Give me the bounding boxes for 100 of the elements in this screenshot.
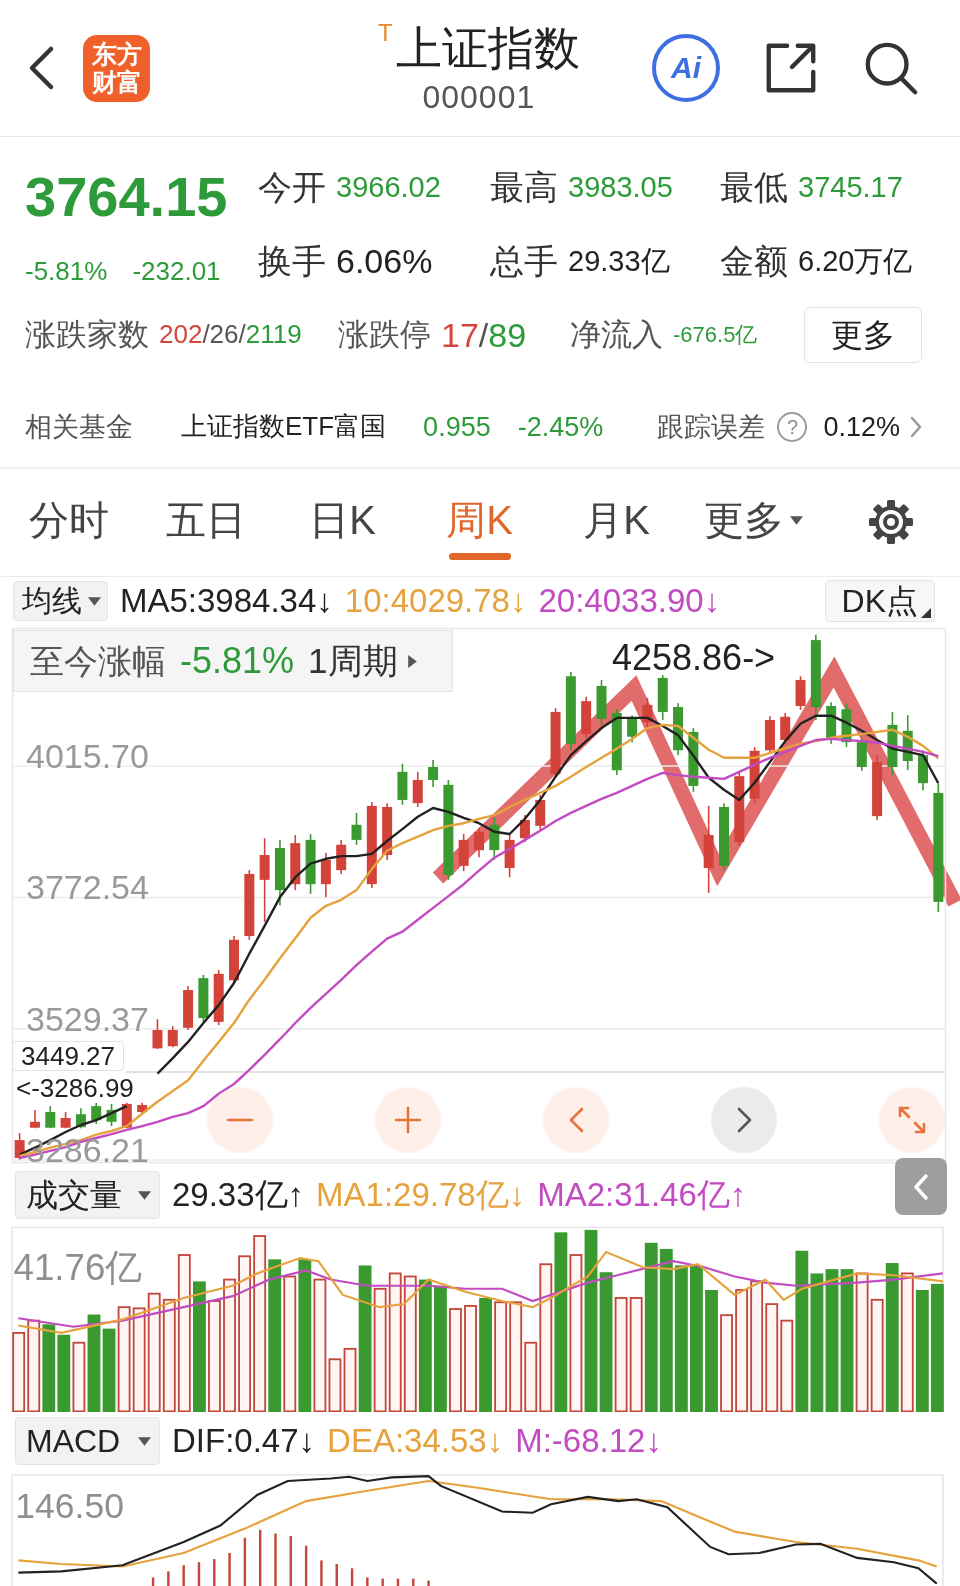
candle <box>841 703 852 748</box>
candle <box>780 712 791 745</box>
stat-value: 202/26/2119 <box>159 319 302 351</box>
fund-price: 0.955 <box>423 410 491 444</box>
candle <box>290 834 301 891</box>
stat-value: 29.33亿 <box>568 244 670 279</box>
stat-label: 涨跌家数 <box>25 316 149 354</box>
candle <box>902 714 913 772</box>
candle <box>657 674 668 721</box>
stat-value: 6.06% <box>336 241 433 282</box>
tracking-value: 0.12% <box>823 410 900 444</box>
axis-label: 41.76亿 <box>13 1246 143 1288</box>
indicator-value: DIF:0.47↓ <box>172 1421 316 1461</box>
candle <box>856 737 867 772</box>
candle <box>167 1025 178 1049</box>
collapse-handle[interactable] <box>895 1158 947 1215</box>
macd-bar <box>427 1580 430 1586</box>
macd-bar <box>381 1578 384 1586</box>
candle <box>474 827 484 858</box>
stat-label: 最高 <box>490 166 558 208</box>
candle <box>198 974 209 1023</box>
stat-label: 净流入 <box>570 316 663 354</box>
chevron-right-icon <box>910 415 922 439</box>
range-change: -5.81% <box>180 639 295 683</box>
caret-icon <box>138 1436 151 1446</box>
settings-icon <box>866 498 915 546</box>
caret-icon <box>790 516 803 525</box>
candle <box>611 708 622 776</box>
indicator-selector[interactable]: 均线 <box>13 581 108 621</box>
macd-bar <box>228 1553 231 1586</box>
candle <box>14 1132 25 1161</box>
macd-bar <box>289 1535 293 1586</box>
period-tab[interactable]: 分时 <box>20 490 117 562</box>
ai-assistant-button[interactable]: Ai <box>652 34 720 102</box>
macd-bar <box>304 1545 308 1586</box>
macd-bar <box>412 1578 415 1586</box>
period-tab[interactable]: 月K <box>575 490 658 562</box>
app-logo: 东方财富 <box>83 34 150 102</box>
change-percent: -5.81% <box>25 255 108 288</box>
stat-label: 换手 <box>258 241 326 282</box>
candle <box>428 759 439 788</box>
stat-label: 最低 <box>720 166 788 208</box>
caret-icon <box>88 596 101 606</box>
candle <box>673 702 684 756</box>
candle <box>826 701 837 745</box>
candle <box>106 1103 117 1127</box>
high-price-marker: 4258.86-> <box>612 637 776 678</box>
candle <box>274 839 285 907</box>
minus-icon <box>226 1117 254 1123</box>
candle <box>596 679 607 726</box>
more-tab[interactable]: 更多 <box>696 490 811 562</box>
candle <box>504 833 515 878</box>
indicator-value: MA5:3984.34↓ <box>120 581 333 621</box>
indicator-value: MA1:29.78亿↓ <box>316 1175 526 1215</box>
corner-triangle-icon <box>921 608 931 618</box>
expand-icon <box>898 1106 926 1134</box>
indicator-selector[interactable]: MACD <box>15 1417 160 1465</box>
macd-bar <box>274 1533 277 1586</box>
stat-value: 6.20万亿 <box>798 244 913 279</box>
dk-point-button[interactable]: DK点 <box>824 580 935 622</box>
period-tab[interactable]: 五日 <box>157 490 254 562</box>
stat-label: 涨跌停 <box>338 316 431 354</box>
indicator-value: 20:4033.90↓ <box>538 581 721 621</box>
fund-name: 上证指数ETF富国 <box>181 411 387 443</box>
candle <box>91 1102 102 1125</box>
candle <box>887 711 898 776</box>
period-label: 1周期 <box>308 640 398 682</box>
chevron-left-icon <box>913 1172 929 1201</box>
macd-bar <box>213 1559 216 1586</box>
candle <box>75 1107 86 1130</box>
more-button[interactable]: 更多 <box>804 307 922 363</box>
caret-right-icon <box>407 654 417 668</box>
indicator-value: 29.33亿↑ <box>172 1175 305 1215</box>
candle <box>213 969 224 1026</box>
page-title: 上证指数 <box>395 21 580 75</box>
volume-bar <box>72 1341 86 1412</box>
candle <box>183 985 194 1031</box>
axis-label: 146.50 <box>15 1485 124 1526</box>
candle <box>719 802 729 871</box>
stat-value: -676.5亿 <box>673 321 758 349</box>
candle <box>45 1105 56 1130</box>
indicator-selector[interactable]: 成交量 <box>15 1171 160 1219</box>
period-tab[interactable]: 日K <box>301 490 384 562</box>
help-button[interactable]: ? <box>777 412 808 442</box>
fund-label: 相关基金 <box>25 410 133 444</box>
candle <box>627 714 638 743</box>
tracking-label: 跟踪误差 <box>657 410 766 444</box>
candle <box>458 833 469 872</box>
price-label: 3449.27 <box>12 1041 124 1071</box>
fund-change: -2.45% <box>517 410 604 444</box>
candle <box>60 1111 71 1130</box>
indicator-value: MA2:31.46亿↑ <box>537 1175 747 1215</box>
candle <box>642 697 653 729</box>
chevron-left-icon <box>568 1107 584 1133</box>
candle <box>872 754 883 821</box>
candle <box>382 802 393 861</box>
candle <box>397 762 408 806</box>
indicator-value: 10:4029.78↓ <box>344 581 527 621</box>
candle <box>336 839 347 875</box>
macd-bar <box>167 1571 170 1586</box>
